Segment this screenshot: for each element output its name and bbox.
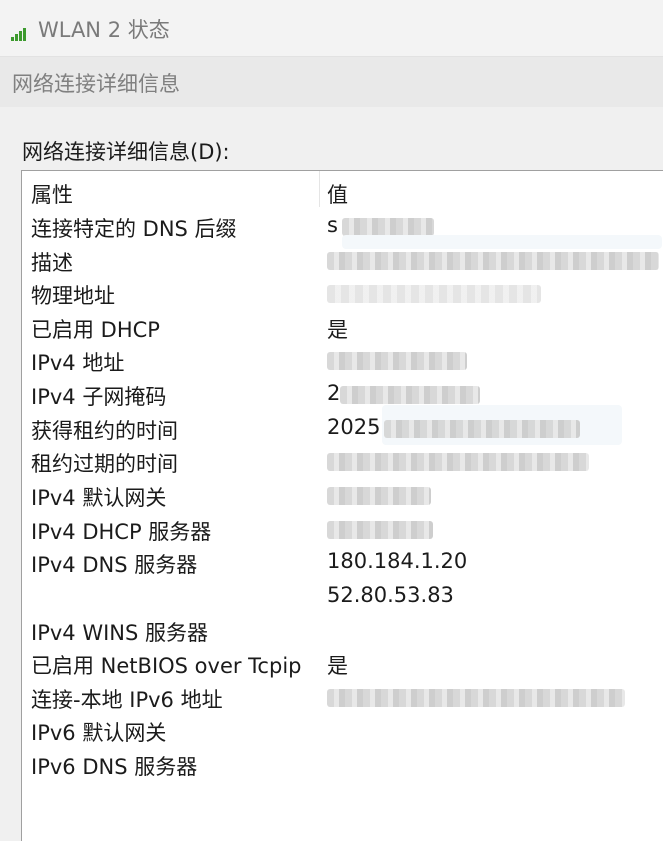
details-listview[interactable]: 属性 值 连接特定的 DNS 后缀 s 描述 物理地址 已启用 DHCP 是 I…	[21, 170, 663, 841]
redacted-value	[327, 453, 589, 471]
value-cell: 是	[327, 654, 348, 678]
table-row[interactable]: 租约过期的时间	[22, 444, 663, 477]
table-row[interactable]: IPv4 DNS 服务器 180.184.1.20	[22, 545, 663, 578]
table-row[interactable]: IPv4 WINS 服务器	[22, 613, 663, 646]
wlan-status-window: WLAN 2 状态 网络连接详细信息 网络连接详细信息(D): 属性 值 连接特…	[0, 0, 663, 841]
table-row[interactable]: 物理地址	[22, 276, 663, 309]
property-cell: IPv6 DNS 服务器	[31, 755, 198, 779]
table-row[interactable]: IPv4 默认网关	[22, 478, 663, 511]
table-row[interactable]: IPv6 默认网关	[22, 713, 663, 746]
redacted-value	[327, 487, 431, 505]
column-header-value[interactable]: 值	[327, 179, 348, 209]
redacted-value	[327, 252, 659, 270]
table-row[interactable]: 连接-本地 IPv6 地址	[22, 680, 663, 713]
details-list-label: 网络连接详细信息(D):	[22, 140, 230, 164]
value-cell: s	[327, 213, 338, 237]
property-cell: 租约过期的时间	[31, 452, 178, 476]
redacted-value	[327, 689, 625, 707]
table-row[interactable]: IPv4 DHCP 服务器	[22, 512, 663, 545]
column-header-property[interactable]: 属性	[31, 179, 73, 209]
value-cell: 2025	[327, 415, 381, 439]
column-divider[interactable]	[319, 171, 320, 207]
value-cell: 52.80.53.83	[327, 583, 454, 607]
title-bar[interactable]: WLAN 2 状态	[0, 0, 663, 57]
property-cell: IPv4 DHCP 服务器	[31, 520, 212, 544]
property-cell: 已启用 NetBIOS over Tcpip	[31, 654, 302, 678]
redacted-value	[340, 386, 480, 404]
redacted-value	[342, 218, 434, 236]
redacted-value	[327, 352, 467, 370]
property-cell: 连接特定的 DNS 后缀	[31, 217, 237, 241]
redacted-value	[327, 521, 433, 539]
table-row[interactable]: 已启用 NetBIOS over Tcpip 是	[22, 646, 663, 679]
wifi-signal-icon	[11, 28, 26, 41]
section-title: 网络连接详细信息	[12, 72, 180, 96]
property-cell: 描述	[31, 251, 73, 275]
redaction-glow	[342, 235, 662, 249]
property-cell: IPv4 DNS 服务器	[31, 553, 198, 577]
property-cell: IPv6 默认网关	[31, 721, 167, 745]
table-row[interactable]: IPv6 DNS 服务器	[22, 747, 663, 780]
property-cell: IPv4 地址	[31, 351, 125, 375]
property-cell: 获得租约的时间	[31, 419, 178, 443]
table-row[interactable]: 描述	[22, 235, 663, 276]
property-cell: IPv4 WINS 服务器	[31, 621, 208, 645]
column-header-row: 属性 值	[22, 175, 663, 208]
section-header: 网络连接详细信息	[0, 57, 663, 107]
table-row[interactable]: 已启用 DHCP 是	[22, 310, 663, 343]
property-cell: 连接-本地 IPv6 地址	[31, 688, 223, 712]
property-cell: 已启用 DHCP	[31, 318, 160, 342]
value-cell: 2	[327, 381, 341, 405]
window-title: WLAN 2 状态	[38, 18, 170, 42]
value-cell: 180.184.1.20	[327, 549, 468, 573]
redacted-value	[327, 285, 541, 303]
table-row[interactable]: 52.80.53.83	[22, 579, 663, 612]
value-cell: 是	[327, 318, 348, 342]
property-cell: 物理地址	[31, 284, 115, 308]
redacted-value	[384, 420, 580, 438]
property-cell: IPv4 默认网关	[31, 486, 167, 510]
table-row[interactable]: 获得租约的时间 2025	[22, 405, 663, 445]
table-row[interactable]: IPv4 地址	[22, 343, 663, 376]
property-cell: IPv4 子网掩码	[31, 385, 167, 409]
